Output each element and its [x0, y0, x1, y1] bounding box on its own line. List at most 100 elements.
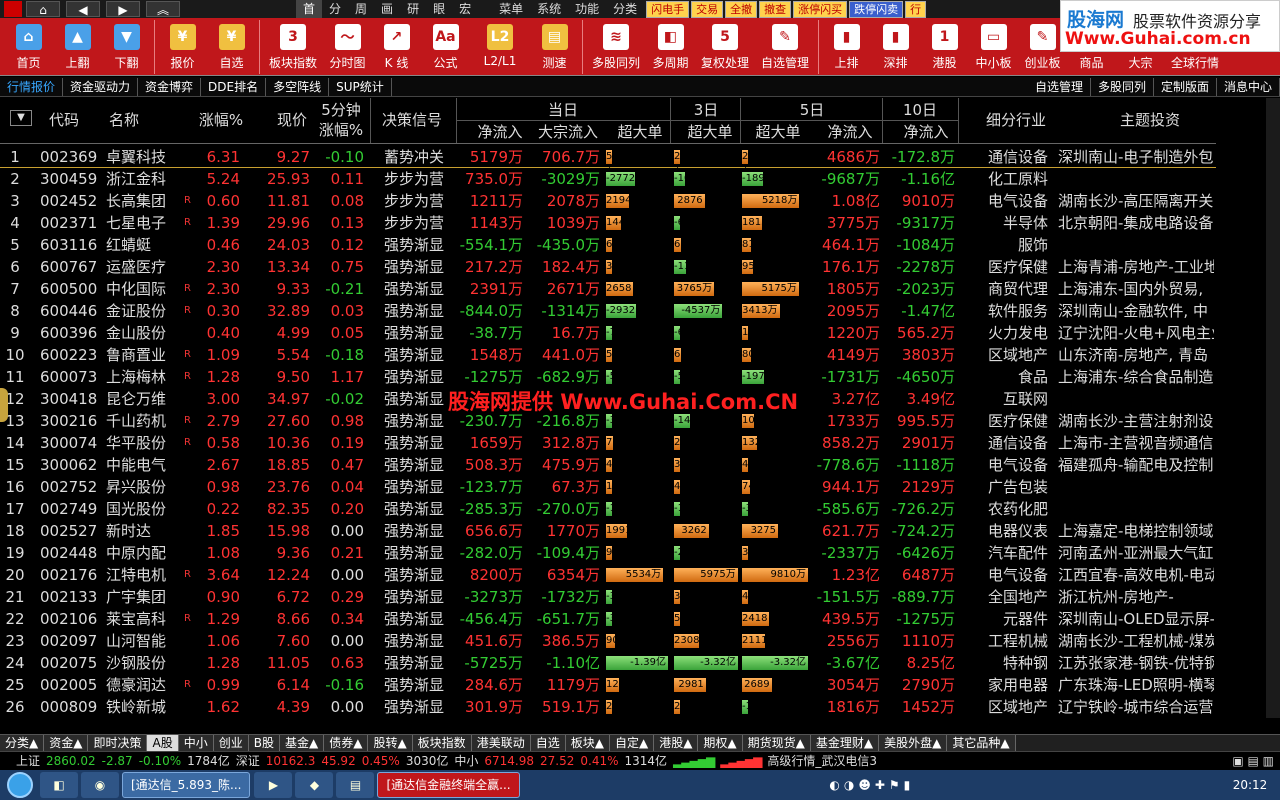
trade-tag[interactable]: 交易: [691, 0, 724, 18]
table-row[interactable]: 6 600767 运盛医疗 2.30 13.34 0.75 强势渐显 217.2万 182.4万…: [0, 256, 1216, 286]
toolbar-button-18[interactable]: ▭ 中小板: [969, 18, 1018, 76]
left-panel-handle[interactable]: [0, 388, 8, 422]
col-header-super-big-3d[interactable]: 超大单: [682, 122, 738, 142]
subtab-right-1[interactable]: 多股同列: [1091, 77, 1154, 96]
toolbar-button-3[interactable]: ¥ 报价: [158, 18, 207, 76]
menu-item-function[interactable]: 功能: [568, 0, 606, 18]
bottom-tab-17[interactable]: 期货现货▲: [742, 735, 811, 751]
cancel-all-tag[interactable]: 全撤: [725, 0, 758, 18]
table-row[interactable]: 23 002097 山河智能 1.06 7.60 0.00 强势渐显 451.6万 386.5万…: [0, 630, 1216, 660]
collapse-nav-button[interactable]: ︽: [146, 1, 180, 17]
subtab-5[interactable]: SUP统计: [329, 77, 392, 96]
bottom-tab-3[interactable]: A股: [147, 735, 179, 751]
back-nav-button[interactable]: ◀: [66, 1, 100, 17]
col-header-theme[interactable]: 主题投资: [1110, 110, 1190, 130]
app-icon[interactable]: ◆: [295, 772, 334, 798]
bottom-tab-11[interactable]: 港美联动: [471, 735, 531, 751]
col-header-change[interactable]: 涨幅%: [196, 110, 246, 130]
table-row[interactable]: 10 600223 鲁商置业 R 1.09 5.54 -0.18 强势渐显 1548万 441.0…: [0, 344, 1216, 374]
toolbar-button-12[interactable]: ◧ 多周期: [646, 18, 695, 76]
toolbar-button-11[interactable]: ≋ 多股同列: [586, 18, 646, 76]
col-header-net-inflow-10d[interactable]: 净流入: [896, 122, 956, 142]
col-header-super-big-5d[interactable]: 超大单: [750, 122, 806, 142]
vertical-scrollbar[interactable]: [1266, 98, 1280, 718]
toolbar-button-15[interactable]: ▮ 上排: [822, 18, 871, 76]
table-row[interactable]: 16 002752 昇兴股份 0.98 23.76 0.04 强势渐显 -123.7万 67.3…: [0, 476, 1216, 506]
taskbar-task-1[interactable]: [通达信_5.893_陈...: [122, 772, 251, 798]
col-header-net-inflow-5d[interactable]: 净流入: [820, 122, 880, 142]
table-row[interactable]: 24 002075 沙钢股份 1.28 11.05 0.63 强势渐显 -5725万 -1.10…: [0, 652, 1216, 674]
menu-item-draw[interactable]: 画: [374, 0, 400, 18]
menu-item-week[interactable]: 周: [348, 0, 374, 18]
bottom-tab-9[interactable]: 股转▲: [368, 735, 413, 751]
bottom-tab-12[interactable]: 自选: [530, 735, 566, 751]
bottom-tab-20[interactable]: 其它品种▲: [947, 735, 1016, 751]
col-header-industry[interactable]: 细分行业: [978, 110, 1054, 130]
subtab-2[interactable]: 资金博弈: [138, 77, 202, 96]
menu-item-eye[interactable]: 眼: [426, 0, 452, 18]
bottom-tab-19[interactable]: 美股外盘▲: [879, 735, 948, 751]
col-header-name[interactable]: 名称: [104, 110, 144, 130]
bottom-tab-18[interactable]: 基金理财▲: [810, 735, 880, 751]
bottom-tab-6[interactable]: B股: [248, 735, 280, 751]
col-header-signal[interactable]: 决策信号: [376, 110, 448, 130]
explorer-icon[interactable]: ◧: [40, 772, 78, 798]
bottom-tab-15[interactable]: 港股▲: [654, 735, 699, 751]
bottom-tab-14[interactable]: 自定▲: [609, 735, 655, 751]
table-row[interactable]: 26 000809 铁岭新城 1.62 4.39 0.00 强势渐显 301.9万 519.1万…: [0, 696, 1216, 726]
server-name[interactable]: 高级行情_武汉电信3: [767, 752, 877, 769]
table-row[interactable]: 20 002176 江特电机 R 3.64 12.24 0.00 强势渐显 8200万 6354万…: [0, 564, 1216, 586]
start-button[interactable]: [0, 770, 40, 800]
table-row[interactable]: 9 600396 金山股份 0.40 4.99 0.05 强势渐显 -38.7万 16.7万 -7…: [0, 322, 1216, 352]
home-nav-button[interactable]: ⌂: [26, 1, 60, 17]
subtab-right-2[interactable]: 定制版面: [1154, 77, 1217, 96]
bottom-tab-16[interactable]: 期权▲: [698, 735, 743, 751]
table-row[interactable]: 5 603116 红蜻蜓 0.46 24.03 0.12 强势渐显 -554.1万 -435.0…: [0, 234, 1216, 264]
menu-item-system[interactable]: 系统: [530, 0, 568, 18]
limit-down-sell-tag[interactable]: 跌停闪卖: [849, 0, 904, 18]
col-header-net-inflow[interactable]: 净流入: [470, 122, 530, 142]
toolbar-button-0[interactable]: ⌂ 首页: [4, 18, 53, 76]
toolbar-button-17[interactable]: 1 港股: [920, 18, 969, 76]
table-row[interactable]: 1 002369 卓翼科技 6.31 9.27 -0.10 蓄势冲关 5179万 706.7万 5…: [0, 146, 1216, 176]
sort-toggle-icon[interactable]: ▼: [10, 110, 32, 126]
subtab-4[interactable]: 多空阵线: [266, 77, 330, 96]
toolbar-button-13[interactable]: 5 复权处理: [695, 18, 755, 76]
table-row[interactable]: 15 300062 中能电气 2.67 18.85 0.47 强势渐显 508.3万 475.9…: [0, 454, 1216, 484]
col-header-5min-b[interactable]: 涨幅%: [316, 120, 366, 140]
table-row[interactable]: 21 002133 广宇集团 0.90 6.72 0.29 强势渐显 -3273万 -1732万…: [0, 586, 1216, 616]
toolbar-button-8[interactable]: Aa 公式: [421, 18, 470, 76]
taskbar-clock[interactable]: 20:12: [1220, 778, 1280, 792]
subtab-right-0[interactable]: 自选管理: [1028, 77, 1091, 96]
table-row[interactable]: 2 300459 浙江金科 5.24 25.93 0.11 步步为营 735.0万 -3029万…: [0, 168, 1216, 198]
subtab-1[interactable]: 资金驱动力: [63, 77, 139, 96]
bottom-tab-1[interactable]: 资金▲: [44, 735, 89, 751]
bottom-tab-0[interactable]: 分类▲: [0, 735, 45, 751]
limit-up-buy-tag[interactable]: 涨停闪买: [793, 0, 848, 18]
toolbar-button-14[interactable]: ✎ 自选管理: [755, 18, 815, 76]
flash-trade-tag[interactable]: 闪电手: [646, 0, 690, 18]
menu-item-home[interactable]: 首: [296, 0, 323, 18]
toolbar-button-4[interactable]: ¥ 自选: [207, 18, 256, 76]
table-row[interactable]: 4 002371 七星电子 R 1.39 29.96 0.13 步步为营 1143万 1039万 1…: [0, 212, 1216, 242]
menu-item-category[interactable]: 分类: [606, 0, 644, 18]
menu-item-research[interactable]: 研: [400, 0, 426, 18]
table-row[interactable]: 3 002452 长高集团 R 0.60 11.81 0.08 步步为营 1211万 2078万 2…: [0, 190, 1216, 220]
subtab-right-3[interactable]: 消息中心: [1217, 77, 1280, 96]
col-header-bulk-inflow[interactable]: 大宗流入: [534, 122, 602, 142]
tray-icons[interactable]: ◐◑☻✚⚑▮: [829, 778, 914, 792]
menu-item-minute[interactable]: 分: [322, 0, 348, 18]
col-header-price[interactable]: 现价: [270, 110, 314, 130]
more-tag[interactable]: 行: [905, 0, 927, 18]
table-row[interactable]: 8 600446 金证股份 R 0.30 32.89 0.03 强势渐显 -844.0万 -131…: [0, 300, 1216, 330]
toolbar-button-5[interactable]: 3 板块指数: [263, 18, 323, 76]
subtab-3[interactable]: DDE排名: [201, 77, 267, 96]
bottom-tab-8[interactable]: 债券▲: [324, 735, 369, 751]
bottom-tab-4[interactable]: 中小: [178, 735, 214, 751]
table-row[interactable]: 25 002005 德豪润达 R 0.99 6.14 -0.16 强势渐显 284.6万 1179…: [0, 674, 1216, 704]
toolbar-button-7[interactable]: ↗ K 线: [372, 18, 421, 76]
bottom-tab-10[interactable]: 板块指数: [412, 735, 472, 751]
browser-icon[interactable]: ◉: [81, 772, 119, 798]
table-row[interactable]: 19 002448 中原内配 1.08 9.36 0.21 强势渐显 -282.0万 -109.…: [0, 542, 1216, 572]
table-row[interactable]: 14 300074 华平股份 R 0.58 10.36 0.19 强势渐显 1659万 312.8…: [0, 432, 1216, 462]
